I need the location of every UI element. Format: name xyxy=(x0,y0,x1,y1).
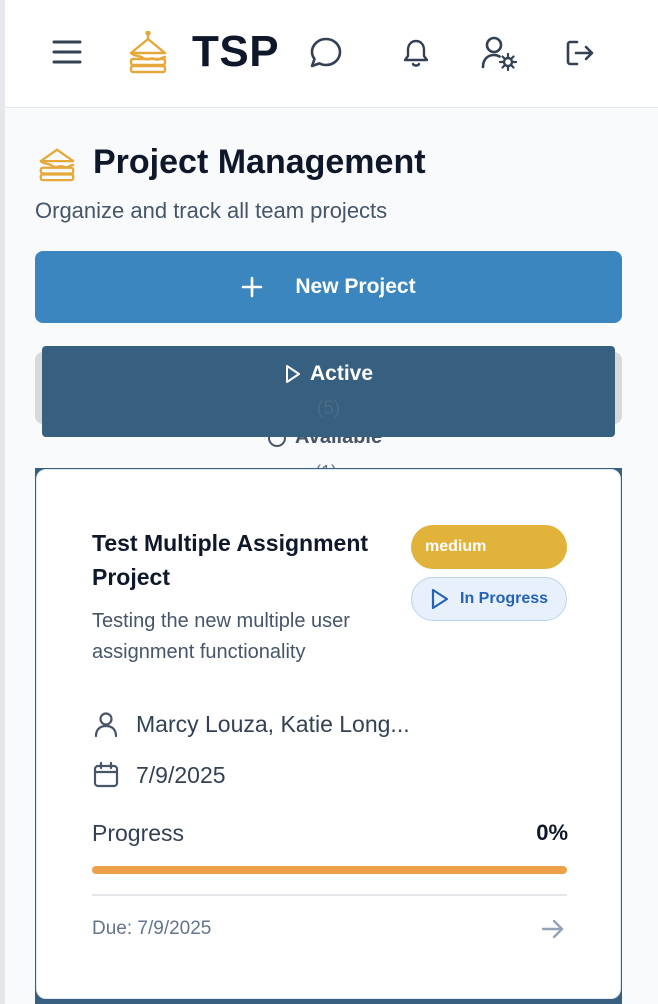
logout-icon xyxy=(566,40,594,66)
page-subtitle: Organize and track all team projects xyxy=(35,198,388,223)
due-date: Due: 7/9/2025 xyxy=(92,918,212,939)
messages-button[interactable] xyxy=(305,32,347,74)
chat-icon xyxy=(310,37,342,68)
assignees-row: Marcy Louza, Katie Long... xyxy=(92,710,410,738)
progress-bar xyxy=(92,866,567,874)
play-icon xyxy=(431,588,449,610)
status-badge: In Progress xyxy=(411,577,567,621)
bell-icon xyxy=(403,39,429,67)
arrow-right-icon xyxy=(541,919,564,939)
user-icon xyxy=(94,712,118,738)
new-project-label: New Project xyxy=(295,275,416,298)
tab-active[interactable]: Active (5) xyxy=(42,346,615,437)
card-divider xyxy=(92,894,567,896)
notifications-button[interactable] xyxy=(395,32,437,74)
title-logo xyxy=(35,142,79,184)
project-date: 7/9/2025 xyxy=(136,761,226,788)
open-project-button[interactable] xyxy=(540,916,566,947)
assignees-text: Marcy Louza, Katie Long... xyxy=(136,710,410,737)
user-settings-button[interactable] xyxy=(477,32,521,74)
plus-icon xyxy=(242,276,263,298)
menu-button[interactable] xyxy=(49,34,85,70)
progress-label: Progress xyxy=(92,820,185,846)
date-row: 7/9/2025 xyxy=(92,761,226,789)
project-card[interactable]: Test Multiple Assignment Project Testing… xyxy=(36,469,621,999)
priority-badge: medium xyxy=(411,525,567,569)
user-settings-icon xyxy=(481,36,518,71)
sandwich-icon xyxy=(39,148,75,182)
project-title: Test Multiple Assignment Project xyxy=(92,530,369,590)
status-label: In Progress xyxy=(460,590,549,607)
tab-active-count: (5) xyxy=(316,398,341,419)
app-root: TSP Project Management Organize and trac… xyxy=(4,0,658,1004)
calendar-icon xyxy=(93,761,119,788)
menu-icon xyxy=(52,40,82,64)
logout-button[interactable] xyxy=(561,34,599,72)
logo-mark xyxy=(125,30,171,76)
new-project-button[interactable]: New Project xyxy=(35,251,622,323)
progress-value: 0% xyxy=(536,820,568,845)
top-header: TSP xyxy=(5,0,658,108)
sandwich-logo-icon xyxy=(129,31,167,74)
page-title: Project Management xyxy=(93,143,426,181)
play-icon xyxy=(285,365,300,383)
app-logo-text: TSP xyxy=(192,27,280,76)
project-description: Testing the new multiple user assignment… xyxy=(92,610,350,663)
tab-active-label: Active xyxy=(309,362,374,385)
